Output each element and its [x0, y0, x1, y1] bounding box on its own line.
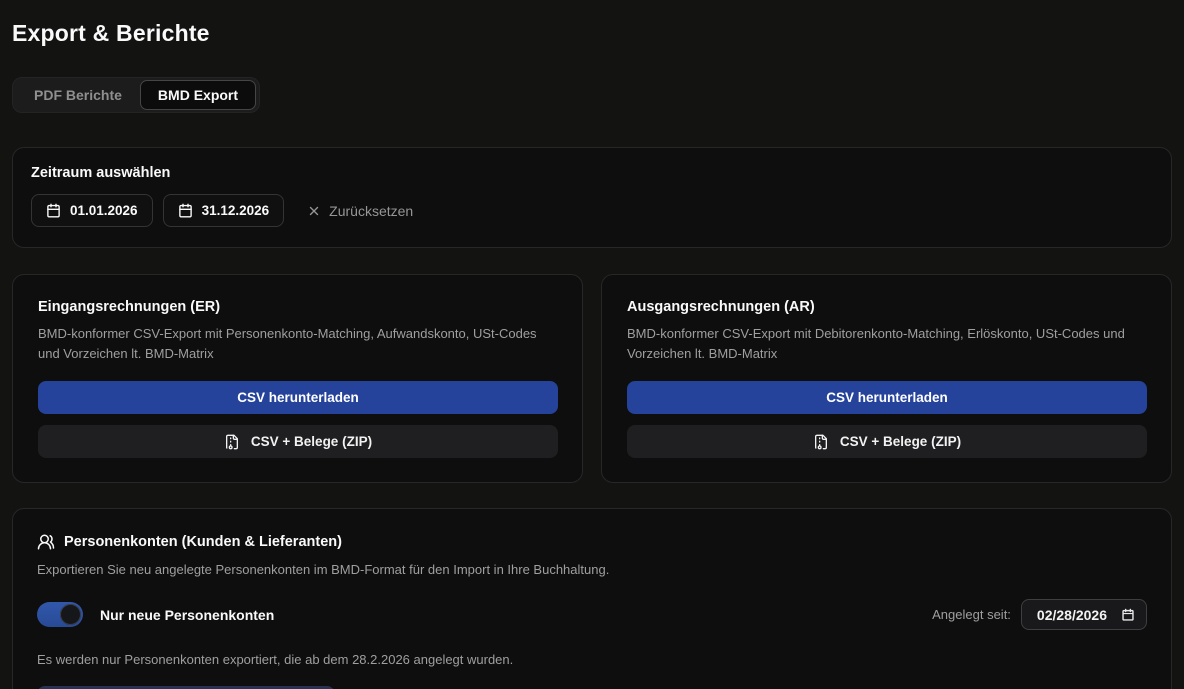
ar-csv-zip-button[interactable]: CSV + Belege (ZIP)	[627, 425, 1147, 458]
nur-neue-personenkonten-toggle[interactable]	[37, 602, 83, 627]
toggle-knob	[60, 604, 81, 625]
toggle-row: Nur neue Personenkonten Angelegt seit: 0…	[37, 599, 1147, 630]
eingangsrechnungen-description: BMD-konformer CSV-Export mit Personenkon…	[38, 324, 558, 364]
date-to-value: 31.12.2026	[202, 203, 270, 218]
export-cards-row: Eingangsrechnungen (ER) BMD-konformer CS…	[12, 274, 1172, 483]
created-since-date-value: 02/28/2026	[1037, 607, 1107, 623]
page-title: Export & Berichte	[12, 20, 1172, 47]
date-from-value: 01.01.2026	[70, 203, 138, 218]
period-controls: 01.01.2026 31.12.2026 Zurücksetzen	[31, 194, 1155, 227]
date-to-button[interactable]: 31.12.2026	[163, 194, 285, 227]
tab-bmd-export[interactable]: BMD Export	[140, 80, 256, 110]
er-csv-download-button[interactable]: CSV herunterladen	[38, 381, 558, 414]
zip-file-icon	[813, 434, 829, 450]
calendar-icon	[178, 203, 193, 218]
personenkonten-header: Personenkonten (Kunden & Lieferanten)	[37, 533, 1147, 551]
ar-csv-download-button[interactable]: CSV herunterladen	[627, 381, 1147, 414]
ausgangsrechnungen-description: BMD-konformer CSV-Export mit Debitorenko…	[627, 324, 1147, 364]
date-picker-calendar-icon[interactable]	[1121, 608, 1135, 622]
date-from-button[interactable]: 01.01.2026	[31, 194, 153, 227]
er-csv-zip-button[interactable]: CSV + Belege (ZIP)	[38, 425, 558, 458]
toggle-label: Nur neue Personenkonten	[100, 607, 274, 623]
eingangsrechnungen-title: Eingangsrechnungen (ER)	[38, 299, 558, 315]
period-card-title: Zeitraum auswählen	[31, 165, 1155, 181]
tab-bar: PDF Berichte BMD Export	[12, 77, 260, 113]
created-since-label: Angelegt seit:	[932, 607, 1011, 622]
ausgangsrechnungen-card: Ausgangsrechnungen (AR) BMD-konformer CS…	[601, 274, 1172, 483]
period-card: Zeitraum auswählen 01.01.2026 31.12.2026…	[12, 147, 1172, 248]
ar-csv-zip-label: CSV + Belege (ZIP)	[840, 434, 961, 449]
calendar-icon	[46, 203, 61, 218]
personenkonten-card: Personenkonten (Kunden & Lieferanten) Ex…	[12, 508, 1172, 689]
created-since-group: Angelegt seit: 02/28/2026	[932, 599, 1147, 630]
export-berichte-page: Export & Berichte PDF Berichte BMD Expor…	[0, 0, 1184, 689]
eingangsrechnungen-card: Eingangsrechnungen (ER) BMD-konformer CS…	[12, 274, 583, 483]
personenkonten-description: Exportieren Sie neu angelegte Personenko…	[37, 560, 1147, 580]
personenkonten-title: Personenkonten (Kunden & Lieferanten)	[64, 534, 342, 550]
personenkonten-note: Es werden nur Personenkonten exportiert,…	[37, 652, 1147, 667]
created-since-date-input[interactable]: 02/28/2026	[1021, 599, 1147, 630]
reset-period-button[interactable]: Zurücksetzen	[307, 203, 413, 219]
x-icon	[307, 204, 321, 218]
er-csv-zip-label: CSV + Belege (ZIP)	[251, 434, 372, 449]
ausgangsrechnungen-title: Ausgangsrechnungen (AR)	[627, 299, 1147, 315]
zip-file-icon	[224, 434, 240, 450]
reset-period-label: Zurücksetzen	[329, 203, 413, 219]
users-icon	[37, 533, 55, 551]
tab-pdf-berichte[interactable]: PDF Berichte	[16, 80, 140, 110]
